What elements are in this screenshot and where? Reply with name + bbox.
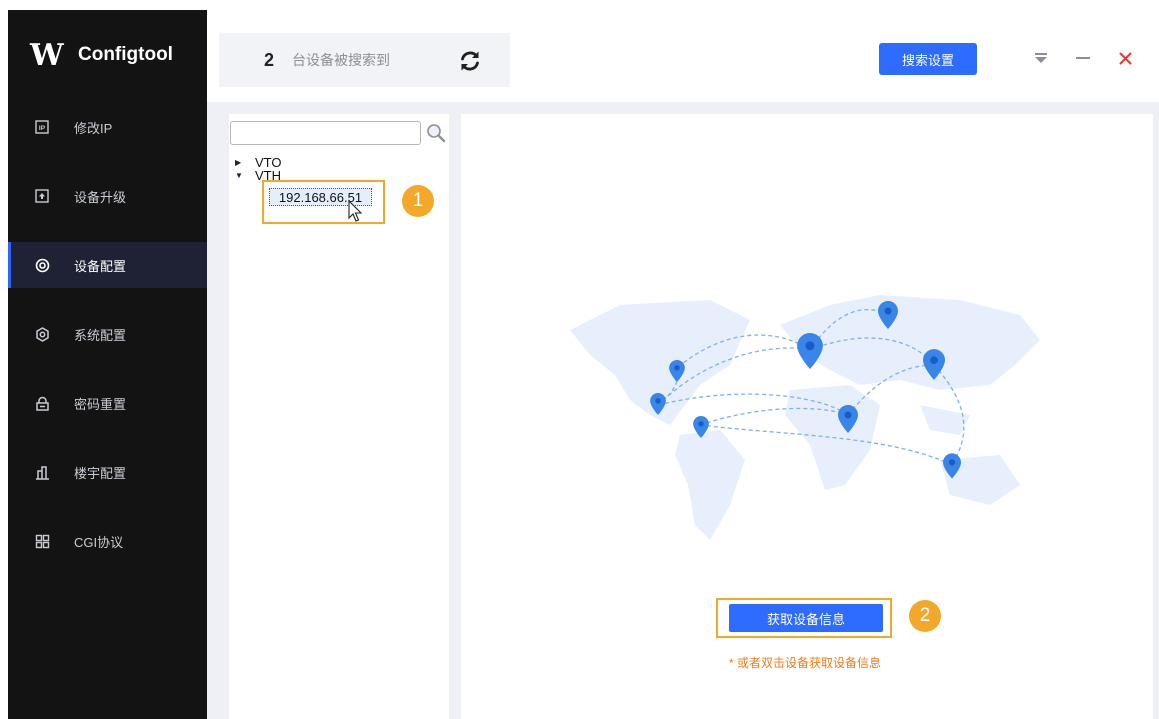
sidebar-item-device-upgrade[interactable]: 设备升级 <box>8 173 207 219</box>
search-settings-button[interactable]: 搜索设置 <box>879 43 977 75</box>
sidebar-item-label: CGI协议 <box>74 534 124 550</box>
sidebar-item-label: 密码重置 <box>74 396 127 412</box>
search-icon[interactable] <box>425 122 447 144</box>
dropdown-menu-icon[interactable] <box>1029 46 1053 70</box>
sidebar-item-device-config[interactable]: 设备配置 <box>8 242 207 288</box>
sidebar-item-label: 修改IP <box>74 120 113 136</box>
ip-icon: IP <box>34 119 50 135</box>
close-icon[interactable] <box>1113 46 1137 70</box>
sidebar-item-label: 设备升级 <box>74 189 127 205</box>
upgrade-icon <box>34 188 50 204</box>
device-count-label: 台设备被搜索到 <box>292 52 391 68</box>
grid-icon <box>34 533 50 549</box>
sidebar-item-cgi-protocol[interactable]: CGI协议 <box>8 518 207 564</box>
sidebar-item-building-config[interactable]: 楼宇配置 <box>8 449 207 495</box>
sidebar-item-label: 设备配置 <box>74 258 127 274</box>
device-count: 2 <box>264 49 275 70</box>
sidebar-item-password-reset[interactable]: 密码重置 <box>8 380 207 426</box>
get-device-info-button[interactable]: 获取设备信息 <box>729 604 883 632</box>
sidebar-item-system-config[interactable]: 系统配置 <box>8 311 207 357</box>
caret-right-icon: ▶ <box>235 158 242 167</box>
device-search-input[interactable] <box>230 121 421 145</box>
target-icon <box>34 257 50 273</box>
building-icon <box>34 464 50 480</box>
lock-icon <box>34 395 50 411</box>
brand: W Configtool <box>30 35 173 75</box>
hint-text: * 或者双击设备获取设备信息 <box>728 656 881 670</box>
mouse-cursor-icon <box>348 199 364 224</box>
caret-down-icon: ▼ <box>235 171 243 180</box>
svg-text:IP: IP <box>39 125 46 132</box>
minimize-icon[interactable] <box>1071 46 1095 70</box>
sidebar-item-label: 楼宇配置 <box>74 465 127 481</box>
world-map-illustration <box>560 285 1060 550</box>
refresh-icon[interactable] <box>457 48 483 74</box>
hexagon-settings-icon <box>34 326 50 342</box>
step-badge-1: 1 <box>402 185 434 217</box>
sidebar-item-label: 系统配置 <box>74 327 127 343</box>
sidebar-item-modify-ip[interactable]: IP 修改IP <box>8 104 207 150</box>
app-name: Configtool <box>78 44 173 65</box>
app-logo: W <box>30 37 64 73</box>
step-badge-2: 2 <box>909 600 941 632</box>
